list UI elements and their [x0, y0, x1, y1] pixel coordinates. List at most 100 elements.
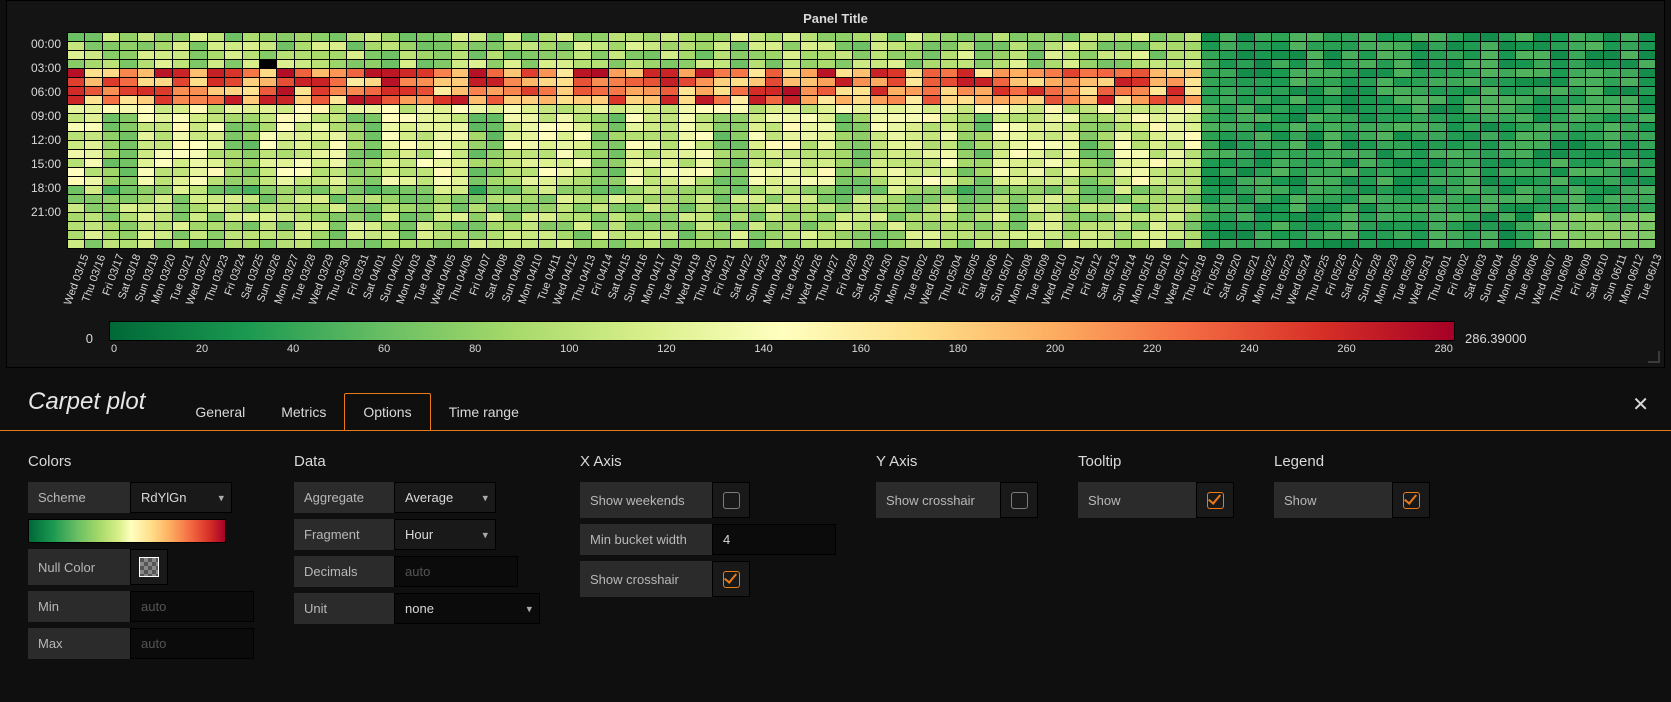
- heatmap-cell[interactable]: [661, 186, 677, 194]
- heatmap-cell[interactable]: [557, 96, 573, 104]
- heatmap-cell[interactable]: [330, 168, 346, 176]
- heatmap-cell[interactable]: [469, 87, 485, 95]
- heatmap-cell[interactable]: [749, 240, 765, 248]
- heatmap-cell[interactable]: [644, 132, 660, 140]
- heatmap-cell[interactable]: [190, 195, 206, 203]
- heatmap-cell[interactable]: [1551, 51, 1567, 59]
- heatmap-cell[interactable]: [1604, 123, 1620, 131]
- heatmap-cell[interactable]: [347, 150, 363, 158]
- heatmap-cell[interactable]: [417, 141, 433, 149]
- heatmap-cell[interactable]: [853, 150, 869, 158]
- heatmap-cell[interactable]: [592, 150, 608, 158]
- heatmap-cell[interactable]: [539, 96, 555, 104]
- heatmap-cell[interactable]: [801, 195, 817, 203]
- heatmap-cell[interactable]: [1569, 33, 1585, 41]
- heatmap-cell[interactable]: [347, 231, 363, 239]
- heatmap-cell[interactable]: [749, 132, 765, 140]
- heatmap-cell[interactable]: [208, 105, 224, 113]
- heatmap-cell[interactable]: [1272, 69, 1288, 77]
- heatmap-cell[interactable]: [557, 42, 573, 50]
- heatmap-cell[interactable]: [1098, 231, 1114, 239]
- heatmap-cell[interactable]: [1290, 204, 1306, 212]
- heatmap-cell[interactable]: [818, 42, 834, 50]
- heatmap-cell[interactable]: [1167, 69, 1183, 77]
- heatmap-cell[interactable]: [487, 141, 503, 149]
- heatmap-cell[interactable]: [975, 78, 991, 86]
- heatmap-cell[interactable]: [1255, 96, 1271, 104]
- heatmap-cell[interactable]: [1098, 87, 1114, 95]
- heatmap-cell[interactable]: [1010, 105, 1026, 113]
- heatmap-cell[interactable]: [1220, 51, 1236, 59]
- heatmap-cell[interactable]: [1359, 69, 1375, 77]
- heatmap-cell[interactable]: [1534, 51, 1550, 59]
- heatmap-cell[interactable]: [469, 114, 485, 122]
- heatmap-cell[interactable]: [1063, 69, 1079, 77]
- heatmap-cell[interactable]: [609, 69, 625, 77]
- heatmap-cell[interactable]: [644, 69, 660, 77]
- heatmap-cell[interactable]: [1237, 177, 1253, 185]
- heatmap-cell[interactable]: [1639, 195, 1655, 203]
- heatmap-cell[interactable]: [958, 114, 974, 122]
- heatmap-cell[interactable]: [173, 78, 189, 86]
- heatmap-cell[interactable]: [452, 168, 468, 176]
- heatmap-cell[interactable]: [801, 177, 817, 185]
- heatmap-cell[interactable]: [487, 60, 503, 68]
- heatmap-cell[interactable]: [1167, 213, 1183, 221]
- heatmap-cell[interactable]: [644, 96, 660, 104]
- heatmap-cell[interactable]: [1447, 87, 1463, 95]
- heatmap-cell[interactable]: [1290, 60, 1306, 68]
- heatmap-cell[interactable]: [103, 33, 119, 41]
- heatmap-cell[interactable]: [1342, 168, 1358, 176]
- heatmap-cell[interactable]: [1481, 141, 1497, 149]
- heatmap-cell[interactable]: [574, 150, 590, 158]
- heatmap-cell[interactable]: [260, 240, 276, 248]
- heatmap-cell[interactable]: [853, 168, 869, 176]
- heatmap-cell[interactable]: [644, 240, 660, 248]
- heatmap-cell[interactable]: [522, 213, 538, 221]
- heatmap-cell[interactable]: [1063, 114, 1079, 122]
- resize-handle-icon[interactable]: [1648, 351, 1660, 363]
- heatmap-cell[interactable]: [277, 231, 293, 239]
- heatmap-cell[interactable]: [330, 33, 346, 41]
- heatmap-cell[interactable]: [1010, 51, 1026, 59]
- heatmap-cell[interactable]: [1499, 69, 1515, 77]
- heatmap-cell[interactable]: [1516, 222, 1532, 230]
- heatmap-cell[interactable]: [155, 195, 171, 203]
- heatmap-cell[interactable]: [906, 231, 922, 239]
- heatmap-cell[interactable]: [1604, 69, 1620, 77]
- heatmap-cell[interactable]: [1499, 222, 1515, 230]
- heatmap-cell[interactable]: [1551, 78, 1567, 86]
- tab-metrics[interactable]: Metrics: [263, 394, 344, 430]
- heatmap-cell[interactable]: [1028, 51, 1044, 59]
- heatmap-cell[interactable]: [923, 123, 939, 131]
- heatmap-cell[interactable]: [975, 150, 991, 158]
- heatmap-cell[interactable]: [592, 168, 608, 176]
- heatmap-cell[interactable]: [836, 69, 852, 77]
- heatmap-cell[interactable]: [1185, 186, 1201, 194]
- heatmap-cell[interactable]: [749, 186, 765, 194]
- heatmap-cell[interactable]: [1045, 105, 1061, 113]
- heatmap-cell[interactable]: [1237, 168, 1253, 176]
- heatmap-cell[interactable]: [103, 78, 119, 86]
- heatmap-cell[interactable]: [1481, 87, 1497, 95]
- heatmap-cell[interactable]: [1586, 186, 1602, 194]
- heatmap-cell[interactable]: [68, 123, 84, 131]
- heatmap-cell[interactable]: [138, 51, 154, 59]
- heatmap-cell[interactable]: [853, 42, 869, 50]
- heatmap-cell[interactable]: [487, 168, 503, 176]
- heatmap-cell[interactable]: [766, 222, 782, 230]
- heatmap-cell[interactable]: [766, 132, 782, 140]
- heatmap-cell[interactable]: [644, 195, 660, 203]
- heatmap-cell[interactable]: [452, 141, 468, 149]
- heatmap-cell[interactable]: [1010, 42, 1026, 50]
- heatmap-cell[interactable]: [208, 132, 224, 140]
- heatmap-cell[interactable]: [1342, 177, 1358, 185]
- heatmap-cell[interactable]: [452, 60, 468, 68]
- heatmap-cell[interactable]: [365, 213, 381, 221]
- heatmap-cell[interactable]: [644, 60, 660, 68]
- heatmap-cell[interactable]: [1377, 222, 1393, 230]
- heatmap-cell[interactable]: [1604, 195, 1620, 203]
- heatmap-cell[interactable]: [1237, 114, 1253, 122]
- heatmap-cell[interactable]: [103, 240, 119, 248]
- heatmap-cell[interactable]: [679, 69, 695, 77]
